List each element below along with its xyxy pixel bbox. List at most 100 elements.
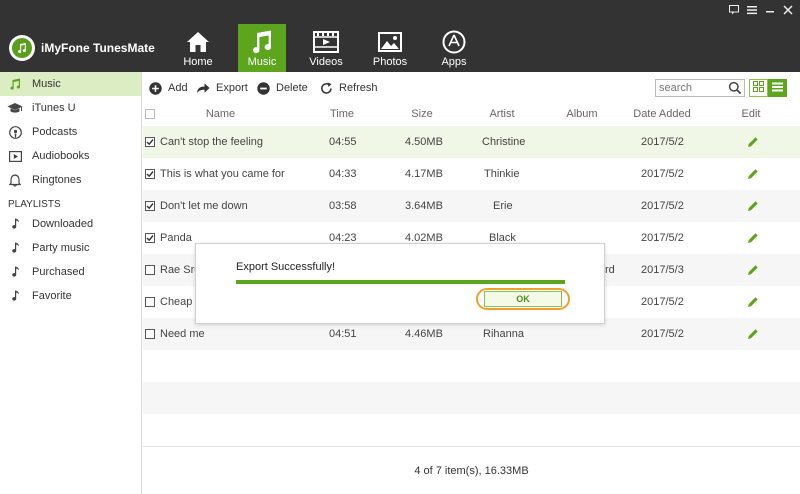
app-logo xyxy=(9,35,35,61)
refresh-button[interactable]: Refresh xyxy=(319,79,378,97)
row-checkbox[interactable] xyxy=(145,265,155,275)
pencil-edit-icon[interactable] xyxy=(746,167,760,181)
music-note-icon xyxy=(7,76,23,92)
sidebar-item-label: Ringtones xyxy=(32,174,82,186)
cell-name: Don't let me down xyxy=(160,200,248,212)
add-icon xyxy=(148,81,162,95)
playlist-item-party-music[interactable]: Party music xyxy=(0,236,141,260)
tab-music[interactable]: Music xyxy=(238,24,286,72)
cell-name: Panda xyxy=(160,232,192,244)
graduation-cap-icon xyxy=(7,100,23,116)
menu-icon[interactable] xyxy=(746,4,758,16)
table-row[interactable]: This is what you came for 04:33 4.17MB T… xyxy=(143,158,800,190)
cell-time: 04:55 xyxy=(329,136,357,148)
pencil-edit-icon[interactable] xyxy=(746,231,760,245)
tab-home[interactable]: Home xyxy=(174,24,222,72)
sidebar-item-label: iTunes U xyxy=(32,102,76,114)
select-all-checkbox[interactable] xyxy=(145,109,155,119)
list-view-icon xyxy=(772,82,783,95)
tab-home-label: Home xyxy=(183,56,213,68)
tab-videos[interactable]: Videos xyxy=(302,24,350,72)
grid-view-button[interactable] xyxy=(749,79,768,97)
sidebar-item-itunes-u[interactable]: iTunes U xyxy=(0,96,141,120)
cell-artist: Christine xyxy=(482,136,526,148)
app-title: iMyFone TunesMate xyxy=(41,41,155,55)
tab-apps[interactable]: Apps xyxy=(430,24,478,72)
progress-fill xyxy=(236,280,565,284)
cell-name: Can't stop the feeling xyxy=(160,136,264,148)
column-name[interactable]: Name xyxy=(183,108,258,120)
pencil-edit-icon[interactable] xyxy=(746,295,760,309)
delete-label: Delete xyxy=(276,82,308,94)
ok-button[interactable]: OK xyxy=(484,291,562,307)
delete-button[interactable]: Delete xyxy=(256,79,308,97)
feedback-icon[interactable] xyxy=(728,4,740,16)
bell-icon xyxy=(7,172,23,188)
pencil-edit-icon[interactable] xyxy=(746,199,760,213)
cell-date-added: 2017/5/2 xyxy=(641,296,684,308)
app-store-icon xyxy=(442,30,466,54)
home-icon xyxy=(186,30,210,54)
cell-album: rd xyxy=(605,264,615,276)
table-header: Name Time Size Artist Album Date Added E… xyxy=(143,102,800,126)
cell-artist: Erie xyxy=(493,200,513,212)
export-label: Export xyxy=(216,82,248,94)
film-icon xyxy=(313,30,339,54)
sidebar-item-ringtones[interactable]: Ringtones xyxy=(0,168,141,192)
row-checkbox[interactable] xyxy=(145,329,155,339)
export-button[interactable]: Export xyxy=(196,79,248,97)
music-note-icon xyxy=(10,218,22,230)
search-box xyxy=(655,79,745,97)
sidebar-item-audiobooks[interactable]: Audiobooks xyxy=(0,144,141,168)
close-icon[interactable] xyxy=(782,4,794,16)
row-checkbox[interactable] xyxy=(145,233,155,243)
tab-music-label: Music xyxy=(247,56,277,68)
audiobook-icon xyxy=(7,148,23,164)
export-success-dialog: Export Successfully! OK xyxy=(195,243,605,324)
tab-videos-label: Videos xyxy=(309,56,343,68)
table-row[interactable]: Don't let me down 03:58 3.64MB Erie 2017… xyxy=(143,190,800,222)
row-checkbox[interactable] xyxy=(145,201,155,211)
row-checkbox[interactable] xyxy=(145,297,155,307)
column-artist[interactable]: Artist xyxy=(478,108,526,120)
music-note-icon xyxy=(250,30,274,54)
column-edit: Edit xyxy=(741,108,761,120)
cell-date-added: 2017/5/2 xyxy=(641,136,684,148)
minimize-icon[interactable] xyxy=(764,4,776,16)
sidebar-item-label: Podcasts xyxy=(32,126,78,138)
cell-size: 3.64MB xyxy=(405,200,443,212)
column-time[interactable]: Time xyxy=(318,108,366,120)
sidebar-item-music[interactable]: Music xyxy=(0,72,141,96)
playlist-item-label: Downloaded xyxy=(32,218,94,230)
sidebar-item-podcasts[interactable]: Podcasts xyxy=(0,120,141,144)
sidebar: Music iTunes U Podcasts Audiobooks Ringt… xyxy=(0,72,142,494)
pencil-edit-icon[interactable] xyxy=(746,263,760,277)
window-controls xyxy=(728,4,794,16)
playlist-item-label: Purchased xyxy=(32,266,85,278)
search-input[interactable] xyxy=(656,80,726,96)
row-checkbox[interactable] xyxy=(145,169,155,179)
playlist-item-purchased[interactable]: Purchased xyxy=(0,260,141,284)
cell-date-added: 2017/5/3 xyxy=(641,264,684,276)
status-bar: 4 of 7 item(s), 16.33MB xyxy=(143,446,800,494)
tab-photos[interactable]: Photos xyxy=(366,24,414,72)
playlist-item-favorite[interactable]: Favorite xyxy=(0,284,141,308)
add-button[interactable]: Add xyxy=(148,79,188,97)
tab-photos-label: Photos xyxy=(372,56,408,68)
title-bar: iMyFone TunesMate Home Music Videos Phot… xyxy=(0,0,800,72)
column-date-added[interactable]: Date Added xyxy=(621,108,703,120)
column-album[interactable]: Album xyxy=(558,108,606,120)
table-row[interactable]: Can't stop the feeling 04:55 4.50MB Chri… xyxy=(143,126,800,158)
pencil-edit-icon[interactable] xyxy=(746,327,760,341)
empty-row xyxy=(143,350,800,382)
column-size[interactable]: Size xyxy=(398,108,446,120)
export-arrow-icon xyxy=(196,81,210,95)
tab-apps-label: Apps xyxy=(441,56,467,68)
cell-date-added: 2017/5/2 xyxy=(641,232,684,244)
list-view-button[interactable] xyxy=(768,79,787,97)
search-icon[interactable] xyxy=(728,81,742,95)
row-checkbox[interactable] xyxy=(145,137,155,147)
pencil-edit-icon[interactable] xyxy=(746,135,760,149)
grid-view-icon xyxy=(753,81,764,95)
playlist-item-downloaded[interactable]: Downloaded xyxy=(0,212,141,236)
